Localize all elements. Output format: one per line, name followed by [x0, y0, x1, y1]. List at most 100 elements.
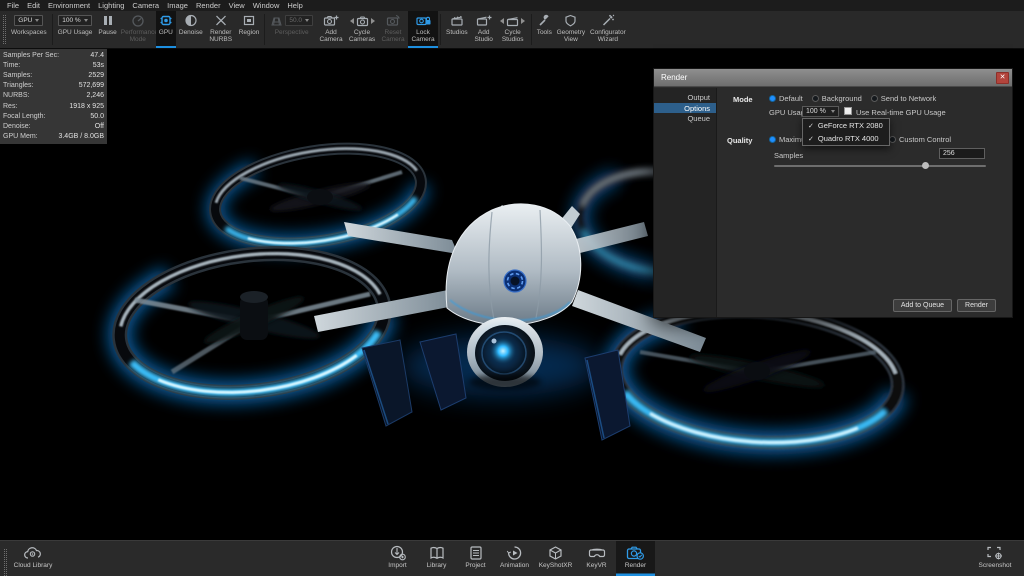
render-nurbs-button[interactable]: Render NURBS	[206, 11, 236, 48]
keyvr-icon	[588, 544, 606, 561]
perspective-button[interactable]: 50.0 Perspective	[267, 11, 316, 48]
menu-lighting[interactable]: Lighting	[94, 0, 128, 11]
cloud-library-icon	[23, 544, 43, 561]
stat-resolution: Res:1918 x 925	[3, 101, 104, 111]
add-to-queue-button[interactable]: Add to Queue	[893, 299, 952, 312]
quality-custom-control-radio[interactable]: Custom Control	[889, 135, 951, 144]
mode-default-radio[interactable]: Default	[769, 94, 803, 103]
bottom-ribbon: Cloud Library Import Library Project	[0, 540, 1024, 576]
menu-file[interactable]: File	[3, 0, 23, 11]
toolbar-separator	[440, 14, 441, 45]
mode-send-to-network-radio[interactable]: Send to Network	[871, 94, 936, 103]
project-icon	[468, 544, 484, 561]
menu-view[interactable]: View	[225, 0, 249, 11]
arrow-right-icon[interactable]	[521, 18, 525, 24]
workspaces-button[interactable]: GPU Workspaces	[8, 11, 50, 48]
close-icon[interactable]	[996, 72, 1009, 84]
gpu-usage-percent-dropdown[interactable]: 100 %	[802, 106, 839, 117]
samples-slider[interactable]	[774, 165, 986, 167]
cycle-studios-button[interactable]: Cycle Studios	[497, 11, 529, 48]
library-icon	[428, 544, 446, 561]
render-nurbs-icon	[214, 13, 228, 28]
arrow-left-icon[interactable]	[500, 18, 504, 24]
stat-denoise: Denoise:Off	[3, 121, 104, 131]
configurator-wizard-button[interactable]: Configurator Wizard	[587, 11, 629, 48]
gpu-device-option[interactable]: Quadro RTX 4000	[803, 132, 889, 145]
gpu-mode-button[interactable]: GPU	[156, 11, 176, 48]
menu-help[interactable]: Help	[283, 0, 306, 11]
mode-background-radio[interactable]: Background	[812, 94, 862, 103]
performance-mode-button[interactable]: Performance Mode	[120, 11, 156, 48]
keyshotxr-button[interactable]: KeyShotXR	[534, 541, 577, 576]
chevron-down-icon	[831, 110, 835, 113]
samples-input[interactable]	[939, 148, 985, 159]
stat-triangles: Triangles:572,699	[3, 81, 104, 91]
studios-button[interactable]: Studios	[443, 11, 471, 48]
reset-camera-button[interactable]: Reset Camera	[378, 11, 408, 48]
gpu-usage-dropdown[interactable]: 100 %	[58, 15, 91, 26]
samples-slider-handle[interactable]	[922, 162, 929, 169]
tab-output[interactable]: Output	[654, 92, 716, 103]
render-stats-overlay: Samples Per Sec:47.4 Time:53s Samples:25…	[0, 49, 107, 144]
render-dialog-content: Mode Default Background Send to Network …	[717, 88, 1012, 317]
import-icon	[389, 544, 407, 561]
add-camera-icon	[323, 13, 339, 28]
denoise-button[interactable]: Denoise	[176, 11, 206, 48]
import-button[interactable]: Import	[378, 541, 417, 576]
render-dialog: Render Output Options Queue Mode Default…	[653, 68, 1013, 318]
performance-mode-icon	[131, 13, 145, 28]
menu-camera[interactable]: Camera	[128, 0, 163, 11]
add-studio-icon	[476, 13, 492, 28]
radio-icon	[769, 95, 776, 102]
menu-render[interactable]: Render	[192, 0, 225, 11]
realtime-gpu-usage-checkbox[interactable]	[844, 107, 852, 115]
project-button[interactable]: Project	[456, 541, 495, 576]
arrow-right-icon[interactable]	[371, 18, 375, 24]
geometry-view-button[interactable]: Geometry View	[555, 11, 587, 48]
keyshot-window: File Edit Environment Lighting Camera Im…	[0, 0, 1024, 576]
screenshot-button[interactable]: Screenshot	[970, 541, 1020, 576]
add-camera-button[interactable]: Add Camera	[316, 11, 346, 48]
menu-window[interactable]: Window	[249, 0, 284, 11]
studio-icon	[506, 15, 519, 27]
cloud-library-button[interactable]: Cloud Library	[8, 541, 58, 576]
focal-length-dropdown[interactable]: 50.0	[285, 15, 313, 26]
stat-gpu-mem: GPU Mem:3.4GB / 8.0GB	[3, 132, 104, 142]
tools-button[interactable]: Tools	[534, 11, 555, 48]
tab-queue[interactable]: Queue	[654, 113, 716, 124]
menu-environment[interactable]: Environment	[44, 0, 94, 11]
menu-image[interactable]: Image	[163, 0, 192, 11]
cycle-cameras-button[interactable]: Cycle Cameras	[346, 11, 378, 48]
radio-icon	[889, 136, 896, 143]
gpu-device-option[interactable]: GeForce RTX 2080	[803, 119, 889, 132]
pause-icon	[101, 13, 115, 28]
add-studio-button[interactable]: Add Studio	[471, 11, 497, 48]
render-icon	[626, 544, 645, 561]
animation-button[interactable]: Animation	[495, 541, 534, 576]
stat-time: Time:53s	[3, 60, 104, 70]
workspaces-dropdown[interactable]: GPU	[14, 15, 43, 26]
menu-edit[interactable]: Edit	[23, 0, 44, 11]
region-button[interactable]: Region	[236, 11, 263, 48]
dialog-title: Render	[661, 73, 687, 82]
render-button[interactable]: Render	[957, 299, 996, 312]
toolbar-separator	[52, 14, 53, 45]
check-icon	[808, 121, 814, 130]
ribbon-drag-handle[interactable]	[4, 549, 7, 576]
lock-camera-button[interactable]: Lock Camera	[408, 11, 438, 48]
arrow-left-icon[interactable]	[350, 18, 354, 24]
gpu-usage-button[interactable]: 100 % GPU Usage	[55, 11, 96, 48]
tab-options[interactable]: Options	[654, 103, 716, 114]
render-dialog-titlebar[interactable]: Render	[654, 69, 1012, 87]
bottom-center-group: Import Library Project Animation	[378, 541, 655, 576]
mode-label: Mode	[733, 95, 753, 104]
render-ribbon-button[interactable]: Render	[616, 541, 655, 576]
stat-nurbs: NURBS:2,246	[3, 91, 104, 101]
toolbar-drag-handle[interactable]	[3, 15, 6, 44]
pause-button[interactable]: Pause	[95, 11, 119, 48]
main-toolbar: GPU Workspaces 100 % GPU Usage Pause Per…	[0, 11, 1024, 49]
camera-icon	[356, 15, 369, 27]
toolbar-separator	[531, 14, 532, 45]
keyvr-button[interactable]: KeyVR	[577, 541, 616, 576]
library-button[interactable]: Library	[417, 541, 456, 576]
